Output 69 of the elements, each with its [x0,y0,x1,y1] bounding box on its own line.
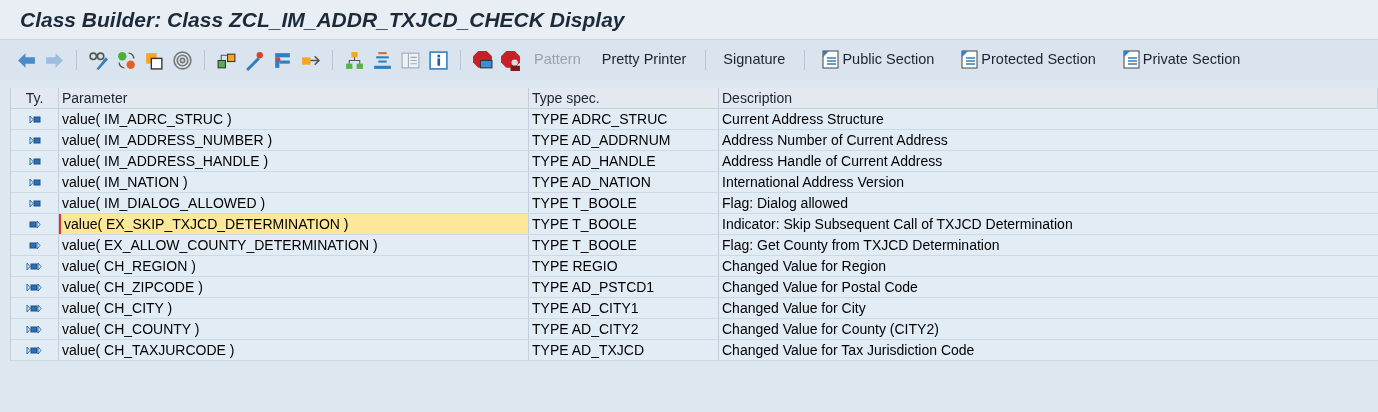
document-lines-icon [822,50,841,70]
table-cell: value( CH_ZIPCODE ) [59,277,529,297]
glasses-pencil-icon[interactable] [88,49,109,71]
changing-parameter-icon [26,260,43,272]
table-cell: TYPE T_BOOLE [529,235,719,255]
hierarchy-icon[interactable] [344,49,365,71]
section-button[interactable]: Private Section [1116,46,1247,74]
table-cell: TYPE AD_PSTCD1 [529,277,719,297]
table-cell-text: Address Handle of Current Address [721,151,944,171]
column-header[interactable]: Type spec. [529,88,719,108]
table-cell-text: Changed Value for Postal Code [721,277,919,297]
table-cell-text: Changed Value for County (CITY2) [721,319,940,339]
table-cell: value( CH_COUNTY ) [59,319,529,339]
changing-parameter-icon [26,323,43,335]
table-cell: TYPE AD_HANDLE [529,151,719,171]
table-cell: value( CH_REGION ) [59,256,529,276]
changing-parameter-icon [26,302,43,314]
table-cell: TYPE REGIO [529,256,719,276]
table-cell: TYPE AD_ADDRNUM [529,130,719,150]
table-cell: value( IM_ADRC_STRUC ) [59,109,529,129]
magic-wand-icon[interactable] [244,49,265,71]
table-cell: TYPE AD_CITY1 [529,298,719,318]
table-cell-text: Address Number of Current Address [721,130,949,150]
toolbar-button[interactable]: Pretty Printer [595,46,693,74]
table-cell: TYPE T_BOOLE [529,214,719,234]
stop-monitor-icon[interactable] [472,49,493,71]
table-cell: value( IM_NATION ) [59,172,529,192]
table-cell: value( EX_SKIP_TXJCD_DETERMINATION ) [59,214,529,234]
table-cell: TYPE AD_NATION [529,172,719,192]
table-cell-text: Changed Value for Tax Jurisdiction Code [721,340,976,360]
changing-parameter-icon [26,344,43,356]
table-cell: value( IM_DIALOG_ALLOWED ) [59,193,529,213]
toolbar-button[interactable]: Signature [717,46,792,74]
import-parameter-icon [28,155,41,167]
stop-person-icon[interactable] [500,49,521,71]
table-cell-text: Flag: Dialog allowed [721,193,850,213]
changing-parameter-icon [26,281,43,293]
table-cell: value( IM_ADDRESS_HANDLE ) [59,151,529,171]
import-parameter-icon [28,134,41,146]
table-cell: TYPE ADRC_STRUC [529,109,719,129]
stacked-bars-icon[interactable] [372,49,393,71]
table-cell-text: Changed Value for Region [721,256,887,276]
table-cell: value( CH_TAXJURCODE ) [59,340,529,360]
window-title: Class Builder: Class ZCL_IM_ADDR_TXJCD_CHECK Display [20,6,625,33]
circles-icon[interactable] [116,49,137,71]
section-button[interactable]: Public Section [816,46,941,74]
export-parameter-icon [28,239,41,251]
column-header[interactable]: Description [719,88,1378,108]
table-cell-text: Indicator: Skip Subsequent Call of TXJCD Determination [721,214,1074,234]
table-cell: value( CH_CITY ) [59,298,529,318]
import-parameter-icon [28,197,41,209]
column-header[interactable]: Ty. [11,88,59,108]
import-parameter-icon [28,113,41,125]
export-parameter-icon [28,218,41,230]
info-icon[interactable] [428,49,449,71]
column-header[interactable]: Parameter [59,88,529,108]
document-lines-icon [1122,50,1141,70]
table-cell: TYPE T_BOOLE [529,193,719,213]
table-cell: value( IM_ADDRESS_NUMBER ) [59,130,529,150]
table-cell-text: Flag: Get County from TXJCD Determination [721,235,1001,255]
table-cell: value( EX_ALLOW_COUNTY_DETERMINATION ) [59,235,529,255]
import-parameter-icon [28,176,41,188]
table-cell: TYPE AD_TXJCD [529,340,719,360]
document-lines-icon [961,50,980,70]
table-cell-text: International Address Version [721,172,906,192]
table-cell: TYPE AD_CITY2 [529,319,719,339]
section-button[interactable]: Protected Section [955,46,1102,74]
table-cell-text: Changed Value for City [721,298,867,318]
table-cell-text: Current Address Structure [721,109,885,129]
